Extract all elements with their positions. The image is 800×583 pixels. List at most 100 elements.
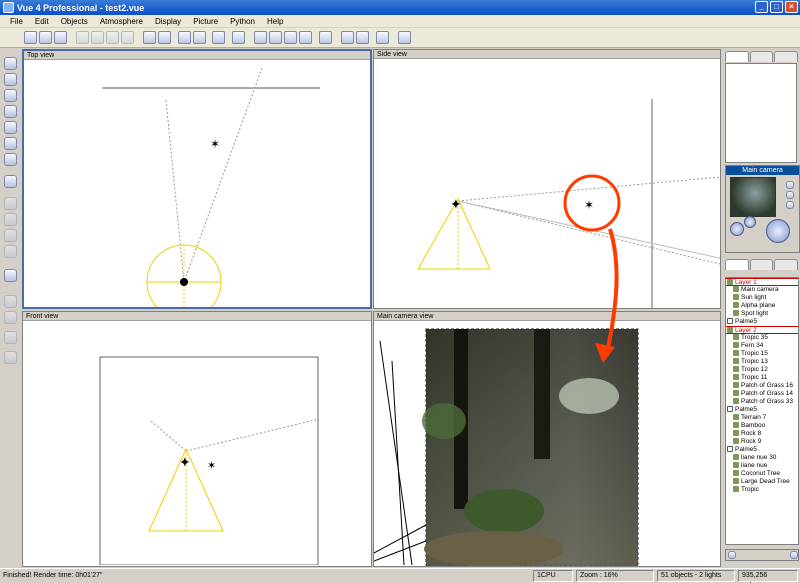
menu-atmosphere[interactable]: Atmosphere	[94, 17, 149, 26]
duplicate-icon[interactable]	[121, 31, 134, 44]
close-button[interactable]: ×	[785, 1, 798, 13]
layer-item[interactable]: liane nue	[726, 462, 798, 470]
layer-item[interactable]: Patch of Grass 16	[726, 382, 798, 390]
render-preview-icon[interactable]	[341, 31, 354, 44]
camera-button-2[interactable]	[786, 191, 794, 199]
menu-picture[interactable]: Picture	[187, 17, 224, 26]
layer-item[interactable]: Sun light	[726, 294, 798, 302]
plant-tool-icon[interactable]	[4, 89, 17, 102]
menu-edit[interactable]: Edit	[29, 17, 55, 26]
camera-orbit-control[interactable]	[766, 219, 790, 243]
layer-item[interactable]: Bamboo	[726, 422, 798, 430]
title-bar[interactable]: Vue 4 Professional - test2.vue _ □ ×	[0, 0, 800, 15]
align-tool-icon[interactable]	[4, 197, 17, 210]
status-message: Finished! Render time: 0h01'27"	[3, 572, 103, 579]
layer-item[interactable]: Palme5	[726, 318, 798, 326]
layer-item[interactable]: Palme5	[726, 406, 798, 414]
timeline-icon[interactable]	[4, 351, 17, 364]
render-icon[interactable]	[398, 31, 411, 44]
delete-layer-icon[interactable]	[790, 551, 798, 559]
group-objects-icon[interactable]	[212, 31, 225, 44]
scale-tool-icon[interactable]	[4, 229, 17, 242]
layer-item[interactable]: Patch of Grass 14	[726, 390, 798, 398]
layer-item[interactable]: Fern 34	[726, 342, 798, 350]
front-view-viewport[interactable]: Front view ✦ ✶	[22, 311, 372, 567]
drop-object-icon[interactable]	[4, 269, 17, 282]
menu-file[interactable]: File	[4, 17, 29, 26]
layer-item[interactable]: Rock 9	[726, 438, 798, 446]
layer-item[interactable]: Large Dead Tree	[726, 478, 798, 486]
render-area-icon[interactable]	[356, 31, 369, 44]
camera-tilt-control[interactable]	[744, 216, 756, 228]
layer-item[interactable]: Patch of Grass 33	[726, 398, 798, 406]
layer-item[interactable]: Tropic 13	[726, 358, 798, 366]
layer-label: Layer 1	[735, 279, 757, 286]
world-browser-tab[interactable]	[725, 51, 749, 62]
camera-button-3[interactable]	[786, 201, 794, 209]
maximize-button[interactable]: □	[770, 1, 783, 13]
camera-view-viewport[interactable]: Main camera view	[373, 311, 721, 567]
paste-icon[interactable]	[106, 31, 119, 44]
water-tool-icon[interactable]	[4, 153, 17, 166]
add-layer-icon[interactable]	[728, 551, 736, 559]
layer-item[interactable]: Tropic 12	[726, 366, 798, 374]
layer-item[interactable]: Coconut Tree	[726, 470, 798, 478]
new-scene-icon[interactable]	[24, 31, 37, 44]
layer-list[interactable]: Layer 1 Main camera Sun light Alpha plane Sp…	[725, 277, 799, 545]
edit-object-icon[interactable]	[4, 311, 17, 324]
layer-item[interactable]: Spot light	[726, 310, 798, 318]
light-tool-icon[interactable]	[4, 121, 17, 134]
rotate-tool-icon[interactable]	[4, 245, 17, 258]
menu-python[interactable]: Python	[224, 17, 261, 26]
menu-display[interactable]: Display	[149, 17, 187, 26]
tree-tool-icon[interactable]	[4, 105, 17, 118]
zoom-in-icon[interactable]	[254, 31, 267, 44]
plant-icon	[733, 342, 739, 349]
camera-pan-control[interactable]	[730, 222, 744, 236]
objects-tab[interactable]	[725, 259, 749, 270]
materials-tab[interactable]	[749, 259, 774, 270]
links-tab[interactable]	[774, 259, 799, 270]
copy-icon[interactable]	[91, 31, 104, 44]
zoom-out-icon[interactable]	[269, 31, 282, 44]
layer-item[interactable]: Alpha plane	[726, 302, 798, 310]
layer-item[interactable]: liane nue 30	[726, 454, 798, 462]
sphere-tool-icon[interactable]	[4, 57, 17, 70]
save-scene-icon[interactable]	[54, 31, 67, 44]
layer-item[interactable]: Rock 8	[726, 430, 798, 438]
render-camera-icon[interactable]	[232, 31, 245, 44]
layer-header[interactable]: Layer 1	[726, 278, 798, 286]
camera-button-1[interactable]	[786, 181, 794, 189]
animation-icon[interactable]	[4, 331, 17, 344]
top-view-viewport[interactable]: Top view ✶	[22, 49, 372, 309]
minimize-button[interactable]: _	[755, 1, 768, 13]
unlink-icon[interactable]	[193, 31, 206, 44]
edit-material-icon[interactable]	[4, 295, 17, 308]
open-scene-icon[interactable]	[39, 31, 52, 44]
zoom-fit-icon[interactable]	[284, 31, 297, 44]
layer-item[interactable]: Main camera	[726, 286, 798, 294]
terrain-tool-icon[interactable]	[4, 137, 17, 150]
aspect-tab[interactable]	[749, 51, 774, 62]
zoom-region-icon[interactable]	[299, 31, 312, 44]
cut-icon[interactable]	[76, 31, 89, 44]
layer-item[interactable]: Tropic 11	[726, 374, 798, 382]
redo-icon[interactable]	[158, 31, 171, 44]
layer-item[interactable]: Tropic 15	[726, 350, 798, 358]
boolean-tool-icon[interactable]	[4, 175, 17, 188]
side-view-viewport[interactable]: Side view ✦ ✶	[373, 49, 721, 309]
menu-help[interactable]: Help	[261, 17, 289, 26]
layer-item[interactable]: Tropic 35	[726, 334, 798, 342]
render-options-icon[interactable]	[376, 31, 389, 44]
layer-item[interactable]: Terrain 7	[726, 414, 798, 422]
layout-icon[interactable]	[319, 31, 332, 44]
menu-objects[interactable]: Objects	[55, 17, 94, 26]
distribute-tool-icon[interactable]	[4, 213, 17, 226]
layer-item[interactable]: Palme5	[726, 446, 798, 454]
undo-icon[interactable]	[143, 31, 156, 44]
animation-tab[interactable]	[774, 51, 799, 62]
layer-item[interactable]: Tropic	[726, 486, 798, 494]
layer-header[interactable]: Layer 2	[726, 326, 798, 334]
link-icon[interactable]	[178, 31, 191, 44]
cube-tool-icon[interactable]	[4, 73, 17, 86]
